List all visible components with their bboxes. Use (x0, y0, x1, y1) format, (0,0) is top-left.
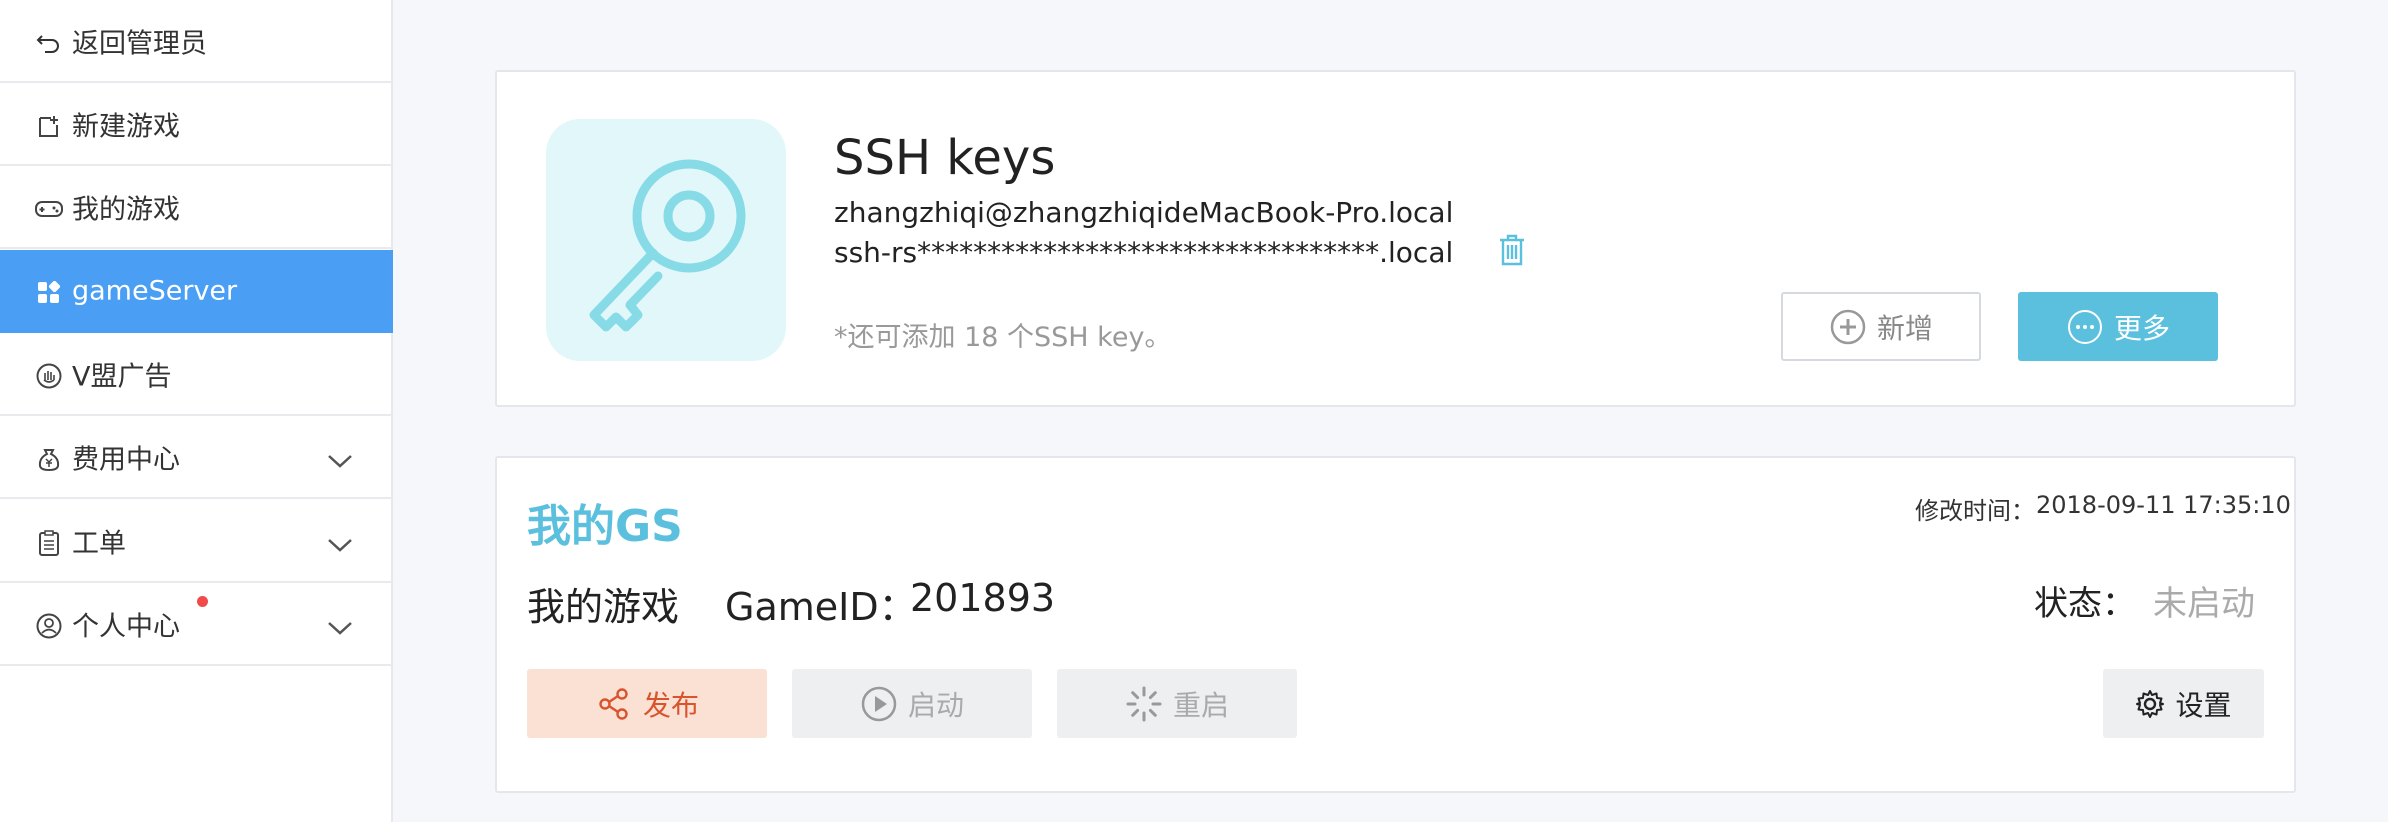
sidebar-item-new-game[interactable]: 新建游戏 (0, 83, 393, 166)
status-label: 状态： (2034, 584, 2136, 624)
add-ssh-key-label: 新增 (1876, 311, 1933, 345)
sidebar-item-my-games[interactable]: 我的游戏 (0, 166, 393, 249)
start-label: 启动 (907, 688, 964, 722)
publish-button[interactable]: 发布 (527, 669, 767, 738)
play-circle-icon (860, 685, 898, 723)
clipboard-icon (34, 528, 64, 558)
money-bag-icon (34, 444, 64, 474)
sidebar-item-billing[interactable]: 费用中心 (0, 416, 393, 499)
grid-blocks-icon (34, 278, 64, 308)
sidebar-item-label: 新建游戏 (72, 111, 180, 142)
sidebar-item-label: 我的游戏 (72, 194, 180, 225)
chevron-down-icon[interactable] (326, 531, 354, 552)
sidebar-item-back-admin[interactable]: 返回管理员 (0, 0, 393, 83)
sidebar-item-label: 个人中心 (72, 611, 180, 642)
publish-label: 发布 (642, 688, 699, 722)
ellipsis-circle-icon (2066, 308, 2104, 346)
restart-label: 重启 (1172, 688, 1229, 722)
sidebar-item-label: 工单 (72, 528, 126, 559)
game-id-label: GameID： (725, 585, 917, 629)
sidebar-item-vmeng-ads[interactable]: V盟广告 (0, 333, 393, 416)
settings-button[interactable]: 设置 (2103, 669, 2264, 738)
trash-icon[interactable] (1497, 233, 1527, 267)
gear-icon (2135, 689, 2165, 719)
ssh-key-fingerprint: ssh-rs*********************************.… (834, 236, 1454, 269)
loading-spinner-icon (1125, 685, 1163, 723)
restart-button[interactable]: 重启 (1057, 669, 1297, 738)
status-value: 未启动 (2153, 584, 2255, 624)
back-arrow-icon (34, 28, 64, 58)
ssh-keys-title: SSH keys (834, 130, 1056, 186)
gamepad-icon (34, 194, 64, 224)
more-ssh-keys-button[interactable]: 更多 (2018, 292, 2218, 361)
game-id-value: 201893 (910, 576, 1056, 620)
sidebar-item-label: V盟广告 (72, 361, 172, 392)
modified-time-label: 修改时间： (1915, 497, 2035, 525)
notification-dot (197, 596, 208, 607)
new-file-icon (34, 111, 64, 141)
user-circle-icon (34, 611, 64, 641)
game-name: 我的游戏 (527, 585, 680, 629)
plus-circle-icon (1829, 308, 1867, 346)
sidebar-item-label: gameServer (72, 275, 238, 306)
sidebar-item-label: 费用中心 (72, 444, 180, 475)
ssh-keys-remaining-note: *还可添加 18 个SSH key。 (834, 322, 1172, 353)
hand-badge-icon (34, 361, 64, 391)
settings-label: 设置 (2175, 688, 2232, 722)
ssh-key-email: zhangzhiqi@zhangzhiqideMacBook-Pro.local (834, 196, 1454, 229)
start-button[interactable]: 启动 (792, 669, 1032, 738)
chevron-down-icon[interactable] (326, 447, 354, 468)
more-ssh-keys-label: 更多 (2113, 311, 2170, 345)
sidebar-item-profile[interactable]: 个人中心 (0, 583, 393, 666)
chevron-down-icon[interactable] (326, 614, 354, 635)
sidebar: 返回管理员 新建游戏 我的游戏 gameServer V盟广告 费用中心 工单 … (0, 0, 393, 822)
gameserver-title: 我的GS (527, 501, 683, 552)
sidebar-item-gameserver[interactable]: gameServer (0, 250, 393, 333)
add-ssh-key-button[interactable]: 新增 (1781, 292, 1981, 361)
share-icon (595, 685, 633, 723)
key-icon (546, 119, 786, 361)
modified-time-value: 2018-09-11 17:35:10 (2036, 491, 2291, 519)
sidebar-item-tickets[interactable]: 工单 (0, 500, 393, 583)
sidebar-item-label: 返回管理员 (72, 28, 207, 59)
